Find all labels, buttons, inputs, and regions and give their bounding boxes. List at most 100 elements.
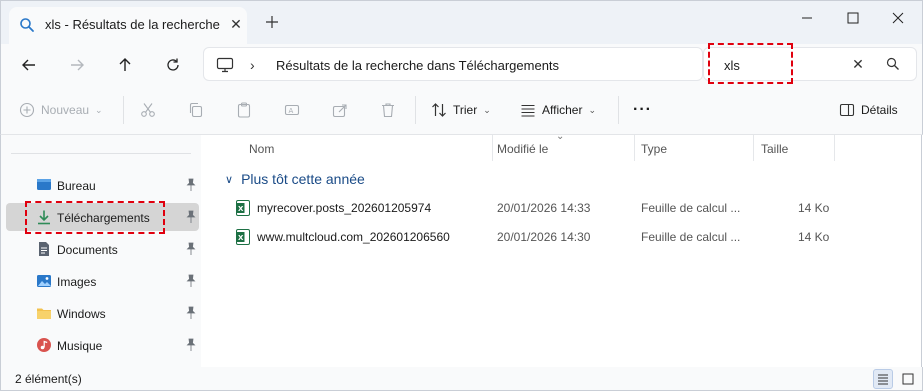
status-bar: 2 élément(s) — [0, 367, 923, 391]
column-separator[interactable] — [634, 135, 635, 161]
share-icon — [332, 104, 347, 118]
minimize-button[interactable] — [796, 7, 818, 29]
copy-button[interactable] — [188, 100, 204, 120]
pin-icon[interactable] — [184, 178, 198, 192]
sidebar-item-bureau[interactable]: Bureau — [6, 171, 199, 199]
view-list-icon — [521, 104, 535, 117]
table-row[interactable]: X www.multcloud.com_202601206560 20/01/2… — [213, 223, 922, 251]
pin-icon[interactable] — [184, 338, 198, 352]
separator — [123, 96, 124, 124]
sort-button[interactable]: Trier ⌄ — [431, 100, 491, 120]
column-separator[interactable] — [834, 135, 835, 161]
table-row[interactable]: X myrecover.posts_202601205974 20/01/202… — [213, 194, 922, 222]
tiles-view-icon — [902, 373, 914, 385]
file-size: 14 Ko — [798, 201, 830, 215]
view-button[interactable]: Afficher ⌄ — [520, 100, 596, 120]
group-label: Plus tôt cette année — [241, 171, 365, 187]
paste-button[interactable] — [236, 100, 252, 120]
maximize-button[interactable] — [842, 7, 864, 29]
chevron-down-icon: ⌄ — [588, 104, 597, 115]
group-header[interactable]: ∨ Plus tôt cette année — [225, 171, 365, 187]
tab-search-results[interactable]: xls - Résultats de la recherche ✕ — [9, 7, 247, 45]
item-count: 2 élément(s) — [15, 372, 82, 386]
chevron-right-icon[interactable]: › — [250, 57, 255, 73]
scissors-icon — [141, 103, 155, 117]
pin-icon[interactable] — [184, 210, 198, 224]
file-modified: 20/01/2026 14:33 — [497, 201, 591, 215]
sort-caret-icon: ⌄ — [556, 131, 565, 142]
separator — [618, 96, 619, 124]
search-icon[interactable] — [886, 57, 900, 71]
rename-icon: A — [284, 104, 300, 116]
file-type: Feuille de calcul ... — [641, 201, 741, 215]
column-header-name[interactable]: Nom — [249, 142, 274, 156]
column-header-size[interactable]: Taille — [761, 142, 788, 156]
column-header-modified[interactable]: Modifié le — [497, 142, 548, 156]
details-pane-icon — [839, 103, 855, 117]
details-view-button[interactable] — [873, 369, 893, 389]
images-icon — [37, 275, 51, 287]
folder-icon — [37, 308, 51, 319]
share-button[interactable] — [332, 100, 348, 120]
svg-text:A: A — [289, 107, 294, 115]
file-name: www.multcloud.com_202601206560 — [257, 230, 450, 244]
computer-icon — [216, 57, 234, 73]
pin-icon[interactable] — [184, 242, 198, 256]
sidebar-item-musique[interactable]: Musique — [6, 331, 199, 359]
details-view-icon — [878, 374, 888, 385]
command-bar: Nouveau ⌄ A Trier ⌄ Afficher ⌄ ··· Détai… — [0, 86, 923, 135]
file-modified: 20/01/2026 14:30 — [497, 230, 591, 244]
forward-button[interactable] — [66, 54, 88, 76]
column-header-type[interactable]: Type — [641, 142, 667, 156]
rename-button[interactable]: A — [284, 100, 300, 120]
highlight-search-box — [708, 43, 793, 84]
file-type: Feuille de calcul ... — [641, 230, 741, 244]
arrow-right-icon — [71, 59, 84, 71]
sort-label: Trier — [453, 103, 478, 117]
clear-search-icon[interactable]: ✕ — [850, 56, 866, 72]
sidebar-item-label: Windows — [57, 307, 106, 321]
arrow-left-icon — [22, 59, 35, 71]
sidebar-item-documents[interactable]: Documents — [6, 235, 199, 263]
excel-file-icon: X — [236, 229, 250, 245]
tiles-view-button[interactable] — [898, 369, 918, 389]
new-tab-button[interactable] — [263, 13, 281, 31]
new-button[interactable]: Nouveau ⌄ — [19, 100, 103, 120]
search-icon — [20, 18, 34, 32]
file-size: 14 Ko — [798, 230, 830, 244]
file-name: myrecover.posts_202601205974 — [257, 201, 432, 215]
new-label: Nouveau — [41, 103, 90, 117]
pin-icon[interactable] — [184, 274, 198, 288]
back-button[interactable] — [18, 54, 40, 76]
minimize-icon — [802, 17, 812, 19]
plus-circle-icon — [19, 102, 35, 118]
sidebar-item-images[interactable]: Images — [6, 267, 199, 295]
sidebar-item-label: Musique — [57, 339, 103, 353]
chevron-down-icon: ∨ — [225, 173, 234, 186]
more-options-button[interactable]: ··· — [633, 100, 652, 120]
close-window-button[interactable] — [887, 7, 909, 29]
sidebar-item-label: Bureau — [57, 179, 96, 193]
sidebar-item-label: Documents — [57, 243, 118, 257]
column-separator[interactable] — [753, 135, 754, 161]
pin-icon[interactable] — [184, 306, 198, 320]
up-button[interactable] — [114, 54, 136, 76]
excel-file-icon: X — [236, 200, 250, 216]
delete-button[interactable] — [380, 100, 396, 120]
cut-button[interactable] — [140, 100, 156, 120]
divider — [11, 153, 191, 154]
trash-icon — [382, 103, 394, 118]
sidebar-item-label: Images — [57, 275, 97, 289]
title-bar: xls - Résultats de la recherche ✕ — [0, 0, 923, 45]
refresh-button[interactable] — [162, 54, 184, 76]
view-label: Afficher — [542, 103, 583, 117]
address-path: Résultats de la recherche dans Télécharg… — [276, 58, 560, 73]
details-pane-button[interactable]: Détails — [839, 100, 898, 120]
column-separator[interactable] — [492, 135, 493, 161]
address-bar[interactable]: › Résultats de la recherche dans Télécha… — [203, 47, 703, 81]
sidebar-scrollbar[interactable] — [201, 135, 213, 367]
tab-close-icon[interactable]: ✕ — [228, 16, 244, 32]
sort-icon — [432, 103, 446, 117]
sidebar-item-windows[interactable]: Windows — [6, 299, 199, 327]
close-icon — [892, 12, 904, 24]
